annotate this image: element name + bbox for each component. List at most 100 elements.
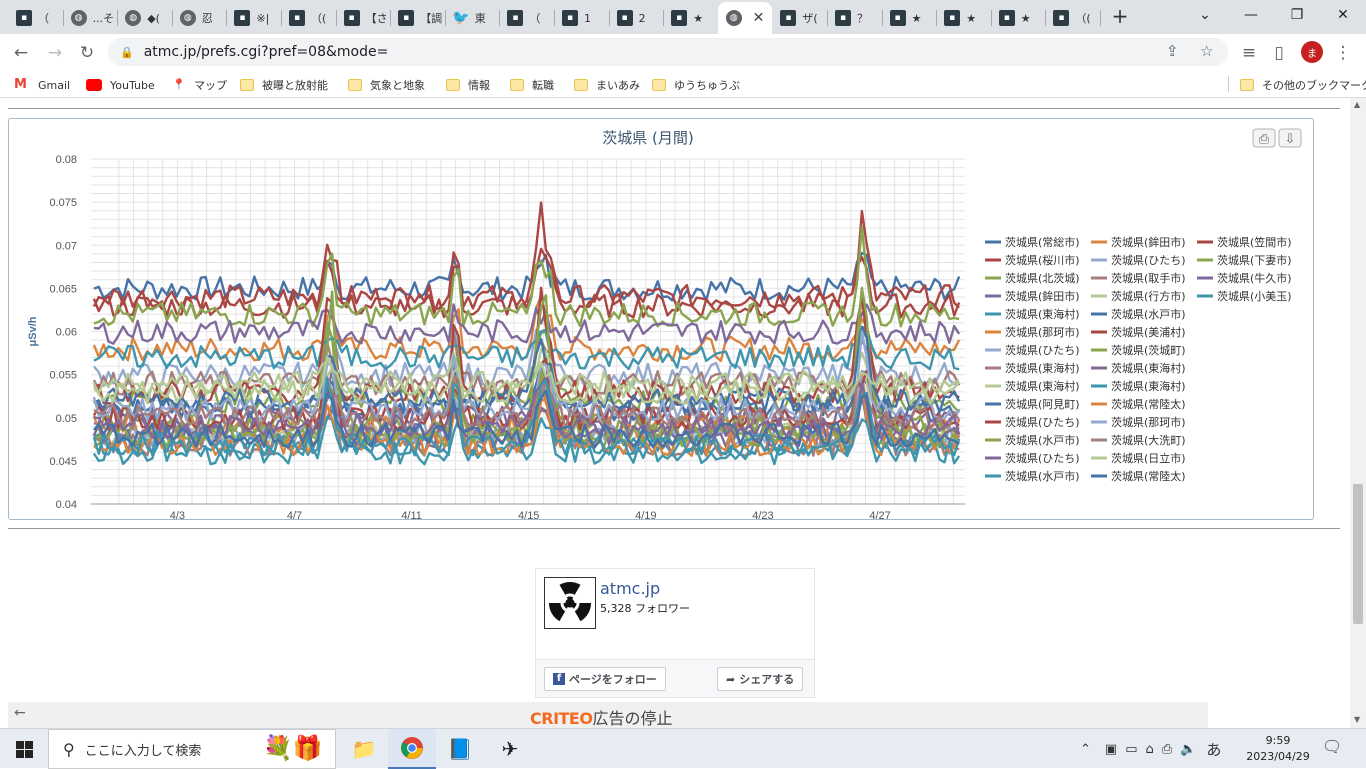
chevron-up-icon[interactable]: ⌃ [1080,742,1091,757]
legend-entry[interactable]: 茨城県(那珂市) [1111,415,1186,429]
browser-tab[interactable]: 🐦 東 [445,4,500,32]
other-bookmarks[interactable]: その他のブックマーク [1240,76,1366,94]
app-icon[interactable]: 📘 [436,729,484,769]
browser-tab[interactable]: ▪ 1 [554,4,609,32]
app-icon[interactable]: ✈ [486,729,534,769]
profile-avatar[interactable]: ま [1301,41,1323,63]
bookmark-item[interactable]: YouTube [86,76,155,94]
legend-entry[interactable]: 茨城県(東海村) [1005,361,1080,375]
legend-entry[interactable]: 茨城県(美浦村) [1111,325,1186,339]
fb-page-name[interactable]: atmc.jp [600,579,660,598]
scrollbar-thumb[interactable] [1353,484,1363,624]
ad-back-arrow-icon[interactable]: ← [14,705,26,721]
network-icon[interactable]: ⌂ [1146,742,1154,757]
bookmark-item[interactable]: ゆうちゅうぶ [652,76,740,94]
back-arrow-icon[interactable]: ← [8,40,34,66]
legend-entry[interactable]: 茨城県(東海村) [1005,307,1080,321]
fb-follow-button[interactable]: f ページをフォロー [544,667,666,691]
volume-icon[interactable]: 🔈 [1180,742,1196,757]
windows-start-button[interactable] [0,729,48,769]
radiation-trefoil-icon[interactable] [544,577,596,629]
battery-icon[interactable]: ▭ [1125,742,1137,757]
browser-tab[interactable]: ▪ ザ( [772,4,827,32]
legend-entry[interactable]: 茨城県(東海村) [1111,379,1186,393]
bookmark-item[interactable]: まいあみ [574,76,640,94]
browser-tab[interactable]: ◍ ✕ [717,2,773,34]
browser-tab[interactable]: ▪ （ [499,4,554,32]
bookmark-item[interactable]: 📍 マップ [172,76,227,94]
legend-entry[interactable]: 茨城県(ひたち) [1005,451,1080,465]
browser-tab[interactable]: ▪ ★ [663,4,718,32]
legend-entry[interactable]: 茨城県(常総市) [1005,235,1080,249]
legend-entry[interactable]: 茨城県(ひたち) [1111,253,1186,267]
legend-entry[interactable]: 茨城県(水戸市) [1005,469,1080,483]
side-panel-icon[interactable]: ▯ [1266,40,1292,66]
legend-entry[interactable]: 茨城県(阿見町) [1005,397,1080,411]
forward-arrow-icon[interactable]: → [42,40,68,66]
legend-entry[interactable]: 茨城県(水戸市) [1111,307,1186,321]
share-icon[interactable]: ⇪ [1166,42,1179,60]
legend-entry[interactable]: 茨城県(大洗町) [1111,433,1186,447]
legend-entry[interactable]: 茨城県(下妻市) [1217,253,1292,267]
browser-tab[interactable]: ◍ ◆( [117,4,172,32]
minimize-button[interactable]: — [1228,0,1274,30]
file-explorer-icon[interactable]: 📁 [340,729,388,769]
legend-entry[interactable]: 茨城県(東海村) [1111,361,1186,375]
bookmark-star-icon[interactable]: ☆ [1200,42,1213,60]
page-scrollbar[interactable]: ▲ ▼ [1350,98,1366,728]
bookmark-item[interactable]: 被曝と放射能 [240,76,328,94]
fb-share-button[interactable]: ➦ シェアする [717,667,804,691]
scroll-up-arrow-icon[interactable]: ▲ [1354,100,1360,109]
browser-tab[interactable]: ◍ ...そ [63,4,118,32]
ad-stop-link[interactable]: CRITEO広告の停止 [530,705,672,728]
browser-tab[interactable]: ▪ （ [8,4,63,32]
legend-entry[interactable]: 茨城県(鉾田市) [1005,289,1080,303]
ime-indicator[interactable]: あ [1206,739,1221,760]
legend-entry[interactable]: 茨城県(桜川市) [1005,253,1080,267]
meet-now-icon[interactable]: ▣ [1105,742,1117,757]
legend-entry[interactable]: 茨城県(茨城町) [1111,343,1186,357]
legend-entry[interactable]: 茨城県(笠間市) [1217,235,1292,249]
browser-tab[interactable]: ▪ ★ [991,4,1046,32]
legend-entry[interactable]: 茨城県(小美玉) [1217,289,1292,303]
browser-tab[interactable]: ▪ 【さ [336,4,391,32]
browser-tab[interactable]: ▪ 【調 [390,4,445,32]
reading-list-icon[interactable]: ≡ [1236,40,1262,66]
legend-entry[interactable]: 茨城県(牛久市) [1217,271,1292,285]
legend-entry[interactable]: 茨城県(北茨城) [1005,271,1080,285]
legend-entry[interactable]: 茨城県(鉾田市) [1111,235,1186,249]
address-bar[interactable]: 🔒 atmc.jp/prefs.cgi?pref=08&mode= ⇪ ☆ [108,38,1228,66]
close-tab-icon[interactable]: ✕ [753,10,765,26]
legend-entry[interactable]: 茨城県(常陸太) [1111,469,1186,483]
close-window-button[interactable]: ✕ [1320,0,1366,30]
browser-tab[interactable]: ▪ ★ [882,4,937,32]
bookmark-item[interactable]: 気象と地象 [348,76,425,94]
browser-tab[interactable]: ▪ ※| [226,4,281,32]
printer-icon[interactable]: ⎙ [1162,742,1172,757]
notification-icon[interactable]: 🗨 [1322,737,1342,756]
clock[interactable]: 9:59 2023/04/29 [1244,733,1312,765]
browser-tab[interactable]: ▪ （( [1045,4,1100,32]
browser-tab[interactable]: ▪ ★ [936,4,991,32]
menu-kebab-icon[interactable]: ⋮ [1330,40,1356,66]
browser-tab[interactable]: ▪？ [827,4,882,32]
browser-tab[interactable]: ▪ （( [281,4,336,32]
chrome-icon[interactable] [388,729,436,769]
new-tab-button[interactable]: + [1108,4,1132,28]
restore-button[interactable]: ❐ [1274,0,1320,30]
reload-icon[interactable]: ↻ [74,40,100,66]
legend-entry[interactable]: 茨城県(日立市) [1111,451,1186,465]
legend-entry[interactable]: 茨城県(東海村) [1005,379,1080,393]
browser-tab[interactable]: ◍ 忍 [172,4,227,32]
bookmark-item[interactable]: 転職 [510,76,554,94]
legend-entry[interactable]: 茨城県(取手市) [1111,271,1186,285]
legend-entry[interactable]: 茨城県(行方市) [1111,289,1186,303]
legend-entry[interactable]: 茨城県(ひたち) [1005,343,1080,357]
browser-tab[interactable]: ▪ 2 [609,4,664,32]
bookmark-item[interactable]: 情報 [446,76,490,94]
legend-entry[interactable]: 茨城県(常陸太) [1111,397,1186,411]
bookmark-item[interactable]: M Gmail [14,76,70,94]
taskbar-search-box[interactable]: ⚲ ここに入力して検索 💐🎁 [48,729,336,769]
legend-entry[interactable]: 茨城県(ひたち) [1005,415,1080,429]
legend-entry[interactable]: 茨城県(那珂市) [1005,325,1080,339]
